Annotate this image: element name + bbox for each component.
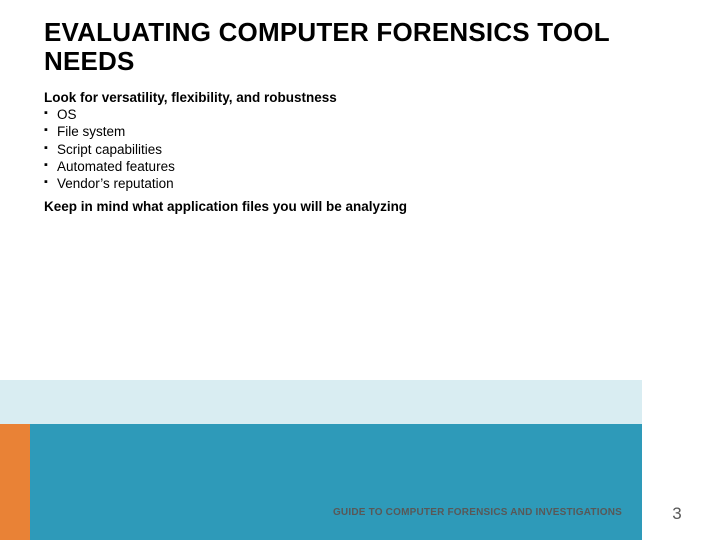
list-item: Vendor’s reputation [44,175,676,192]
slide-title: EVALUATING COMPUTER FORENSICS TOOL NEEDS [44,18,676,76]
page-number: 3 [662,504,692,524]
list-item: Automated features [44,158,676,175]
list-item: Script capabilities [44,141,676,158]
triangle-accent [0,380,642,424]
subheading: Look for versatility, flexibility, and r… [44,90,676,105]
list-item: File system [44,123,676,140]
triangle-shape [0,380,642,424]
blue-block [30,424,642,540]
orange-block [0,424,30,540]
list-item: OS [44,106,676,123]
footer-text: GUIDE TO COMPUTER FORENSICS AND INVESTIG… [333,507,622,518]
bullet-list: OS File system Script capabilities Autom… [44,106,676,192]
content-area: EVALUATING COMPUTER FORENSICS TOOL NEEDS… [0,0,720,214]
slide: EVALUATING COMPUTER FORENSICS TOOL NEEDS… [0,0,720,540]
note-text: Keep in mind what application files you … [44,199,676,214]
